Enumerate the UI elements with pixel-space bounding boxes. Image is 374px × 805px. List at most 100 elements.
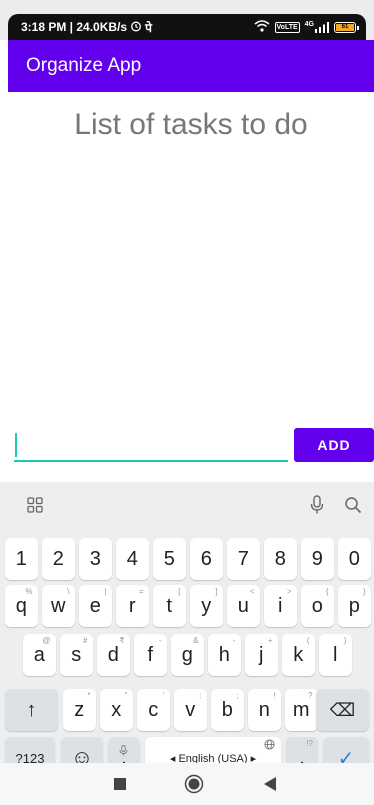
app-bar: Organize App xyxy=(8,40,374,92)
key-8[interactable]: 8 xyxy=(264,538,297,580)
key-f[interactable]: f- xyxy=(134,634,167,676)
key-label: 2 xyxy=(52,547,64,570)
backspace-key[interactable]: ⌫ xyxy=(316,689,369,731)
key-5[interactable]: 5 xyxy=(153,538,186,580)
key-label: q xyxy=(15,594,27,617)
back-triangle-icon[interactable] xyxy=(260,774,280,794)
key-0[interactable]: 0 xyxy=(338,538,371,580)
recents-square-icon[interactable] xyxy=(110,774,130,794)
key-b[interactable]: b; xyxy=(211,689,244,731)
key-hint: { xyxy=(325,587,329,596)
key-label: v xyxy=(185,698,196,721)
key-h[interactable]: h- xyxy=(208,634,241,676)
key-hint: \ xyxy=(67,587,70,596)
key-4[interactable]: 4 xyxy=(116,538,149,580)
key-label: 6 xyxy=(200,547,212,570)
key-label: y xyxy=(201,594,212,617)
key-v[interactable]: v: xyxy=(174,689,207,731)
key-label: t xyxy=(166,594,173,617)
search-icon[interactable] xyxy=(342,494,364,516)
key-k[interactable]: k( xyxy=(282,634,315,676)
key-u[interactable]: u < xyxy=(227,585,260,627)
app-title: Organize App xyxy=(26,55,142,76)
key-label: 5 xyxy=(163,547,175,570)
wifi-icon xyxy=(254,19,270,35)
key-hint: - xyxy=(232,636,236,645)
period-hint: !? xyxy=(306,739,313,748)
globe-icon xyxy=(264,739,275,753)
key-hint: ' xyxy=(162,691,165,700)
page-title: List of tasks to do xyxy=(74,108,308,141)
key-s[interactable]: s # xyxy=(60,634,93,676)
key-label: k xyxy=(293,643,304,666)
key-g[interactable]: g & xyxy=(171,634,204,676)
key-x[interactable]: x " xyxy=(100,689,133,731)
key-3[interactable]: 3 xyxy=(79,538,112,580)
key-label: p xyxy=(348,594,360,617)
soft-keyboard: 1 2 3 4 5 6 7 8 9 0 q% w \ e | r = t[y] u < i > o{p} a @ s # d ₹ f - g &… xyxy=(0,482,374,779)
key-i[interactable]: i > xyxy=(264,585,297,627)
key-a[interactable]: a @ xyxy=(23,634,56,676)
key-label: m xyxy=(292,698,310,721)
key-hint: ₹ xyxy=(119,636,125,645)
key-hint: [ xyxy=(178,587,181,596)
key-e[interactable]: e | xyxy=(79,585,112,627)
key-n[interactable]: n! xyxy=(248,689,281,731)
key-label: i xyxy=(278,594,283,617)
add-button[interactable]: ADD xyxy=(294,428,374,462)
status-bar: 3:18 PM | 24.0KB/s पे VoLTE 4G 61 xyxy=(8,14,366,40)
battery-level: 61 xyxy=(336,23,354,31)
carrier-glyph: पे xyxy=(145,20,152,35)
key-hint: % xyxy=(25,587,33,596)
key-o[interactable]: o{ xyxy=(301,585,334,627)
key-1[interactable]: 1 xyxy=(5,538,38,580)
home-circle-icon[interactable] xyxy=(184,774,204,794)
key-label: s xyxy=(71,643,82,666)
key-l[interactable]: l) xyxy=(319,634,352,676)
key-hint: | xyxy=(104,587,107,596)
key-t[interactable]: t[ xyxy=(153,585,186,627)
key-z[interactable]: z * xyxy=(63,689,96,731)
key-2[interactable]: 2 xyxy=(42,538,75,580)
key-9[interactable]: 9 xyxy=(301,538,334,580)
alarm-icon xyxy=(130,20,142,35)
key-hint: = xyxy=(138,587,144,596)
key-j[interactable]: j + xyxy=(245,634,278,676)
key-r[interactable]: r = xyxy=(116,585,149,627)
status-time-speed: 3:18 PM | 24.0KB/s xyxy=(21,20,128,34)
key-d[interactable]: d ₹ xyxy=(97,634,130,676)
key-q[interactable]: q% xyxy=(5,585,38,627)
key-7[interactable]: 7 xyxy=(227,538,260,580)
key-hint: ) xyxy=(343,636,347,645)
key-c[interactable]: c ' xyxy=(137,689,170,731)
key-label: 4 xyxy=(126,547,138,570)
key-label: o xyxy=(311,594,323,617)
key-m[interactable]: m? xyxy=(285,689,318,731)
shift-key[interactable]: ↑ xyxy=(5,689,58,731)
grid-icon[interactable] xyxy=(24,494,46,516)
task-list-area: List of tasks to do xyxy=(8,92,374,477)
key-hint: # xyxy=(83,636,88,645)
microphone-icon xyxy=(119,739,128,762)
key-y[interactable]: y] xyxy=(190,585,223,627)
key-hint: ! xyxy=(273,691,276,700)
key-hint: ? xyxy=(308,691,313,700)
key-label: e xyxy=(89,594,101,617)
signal-icon: 4G xyxy=(305,21,329,33)
key-label: 3 xyxy=(89,547,101,570)
key-hint: " xyxy=(124,691,128,700)
key-hint: ( xyxy=(306,636,310,645)
key-hint: @ xyxy=(42,636,51,645)
task-input[interactable] xyxy=(14,428,288,462)
microphone-icon[interactable] xyxy=(306,494,328,516)
key-p[interactable]: p} xyxy=(338,585,371,627)
key-hint: : xyxy=(199,691,202,700)
key-hint: - xyxy=(158,636,162,645)
key-label: h xyxy=(218,643,230,666)
key-label: c xyxy=(148,698,159,721)
key-w[interactable]: w \ xyxy=(42,585,75,627)
key-6[interactable]: 6 xyxy=(190,538,223,580)
key-hint: & xyxy=(193,636,199,645)
key-label: d xyxy=(107,643,119,666)
battery-icon: 61 xyxy=(334,21,359,33)
